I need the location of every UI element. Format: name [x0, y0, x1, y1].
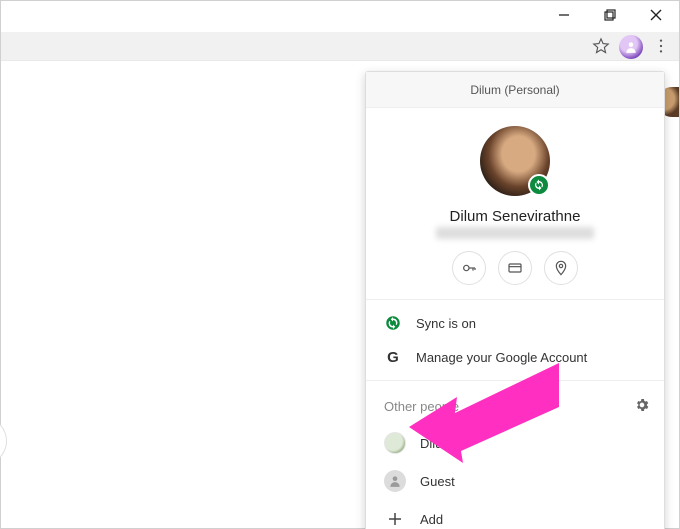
key-icon [461, 260, 477, 276]
google-g-icon: G [384, 348, 402, 366]
profile-item-label: Add [420, 512, 443, 527]
browser-toolbar [1, 32, 679, 61]
window-close-button[interactable] [633, 1, 679, 29]
sync-icon [533, 179, 545, 191]
window-maximize-button[interactable] [587, 1, 633, 29]
credit-card-icon [507, 260, 523, 276]
star-icon [592, 37, 610, 55]
profile-email-blurred [436, 227, 594, 239]
other-people-section: Other people Dilum Guest Add [366, 380, 664, 529]
account-actions-list: Sync is on G Manage your Google Account [366, 299, 664, 380]
plus-icon [384, 508, 406, 529]
page-content: Dilum (Personal) Dilum Senevirathne [1, 61, 679, 528]
manage-people-button[interactable] [634, 397, 650, 416]
bookmark-star-button[interactable] [591, 36, 611, 56]
minimize-icon [558, 9, 570, 21]
popover-header-label: Dilum (Personal) [470, 83, 559, 97]
kebab-menu-icon [653, 38, 669, 54]
profile-item-label: Dilum [420, 436, 453, 451]
guest-icon [384, 470, 406, 492]
popover-header: Dilum (Personal) [366, 72, 664, 108]
maximize-icon [604, 9, 616, 21]
sync-circle-icon [384, 314, 402, 332]
profile-item-avatar [384, 432, 406, 454]
window-controls [541, 1, 679, 29]
profile-section: Dilum Senevirathne [366, 108, 664, 299]
location-pin-icon [553, 260, 569, 276]
floating-action-partial[interactable] [0, 417, 7, 465]
profile-item-dilum[interactable]: Dilum [366, 424, 664, 462]
other-people-header: Other people [366, 387, 664, 424]
other-people-label: Other people [384, 399, 459, 414]
payments-button[interactable] [498, 251, 532, 285]
manage-account-label: Manage your Google Account [416, 350, 587, 365]
profile-avatar-button[interactable] [619, 35, 643, 59]
avatar-wrapper [480, 126, 550, 196]
gear-icon [634, 397, 650, 413]
quick-actions-row [376, 251, 654, 285]
profile-popover: Dilum (Personal) Dilum Senevirathne [365, 71, 665, 529]
sync-badge [528, 174, 550, 196]
passwords-button[interactable] [452, 251, 486, 285]
addresses-button[interactable] [544, 251, 578, 285]
add-profile-button[interactable]: Add [366, 500, 664, 529]
profile-item-label: Guest [420, 474, 455, 489]
window-minimize-button[interactable] [541, 1, 587, 29]
avatar-icon [624, 40, 638, 54]
profile-item-guest[interactable]: Guest [366, 462, 664, 500]
sync-row-label: Sync is on [416, 316, 476, 331]
profile-display-name: Dilum Senevirathne [376, 208, 654, 225]
close-icon [650, 9, 662, 21]
sync-row[interactable]: Sync is on [366, 306, 664, 340]
manage-account-row[interactable]: G Manage your Google Account [366, 340, 664, 374]
browser-menu-button[interactable] [651, 36, 671, 56]
